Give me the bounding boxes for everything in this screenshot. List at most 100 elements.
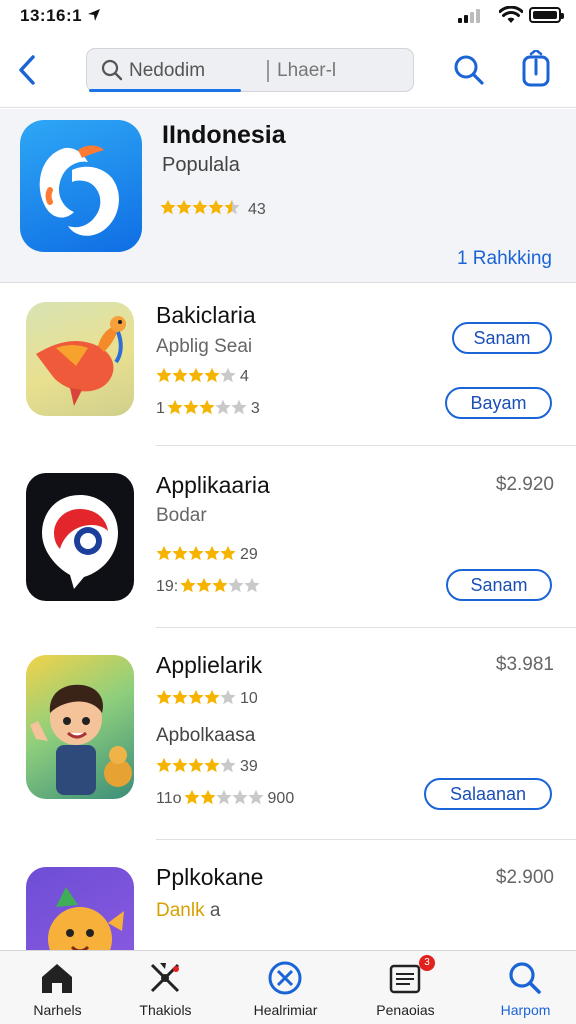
star-icon (220, 545, 236, 561)
star-icon (220, 689, 236, 705)
secondary-rating: 39 (156, 756, 258, 778)
star-icons (156, 544, 238, 566)
star-icons (167, 398, 249, 420)
app-icon[interactable] (26, 302, 134, 416)
featured-app-icon[interactable] (20, 120, 142, 252)
star-icon (156, 689, 172, 705)
star-icon (244, 577, 260, 593)
star-icon (172, 367, 188, 383)
app-category-text: Danlk (156, 900, 205, 921)
search-icon (509, 962, 541, 994)
star-icon (156, 757, 172, 773)
featured-app-card[interactable]: IIndonesia Populala 43 1 Rahkking (0, 109, 576, 283)
rating-prefix: 19: (156, 578, 179, 595)
status-bar: 13:16:1 (0, 0, 576, 34)
app-category: Apbolkaasa (156, 725, 256, 746)
star-icon (167, 399, 183, 415)
tab-news[interactable]: 3 Penaoias (348, 951, 463, 1024)
list-item[interactable]: Bakiclaria Apblig Seai 4 1 3 Sanam Bayam (0, 284, 576, 446)
back-chevron-icon[interactable] (12, 50, 44, 90)
search-active-indicator (89, 89, 241, 92)
app-category-suffix: a (209, 900, 221, 921)
search-icon[interactable] (449, 50, 489, 90)
tab-search[interactable]: Harpom (468, 951, 576, 1024)
star-icon (199, 789, 216, 805)
app-category: Bodar (156, 505, 207, 526)
star-icon (172, 689, 188, 705)
rating-count: 4 (240, 368, 249, 385)
star-icon (183, 399, 199, 415)
tab-label: Healrimiar (253, 1002, 318, 1018)
navigation-bar: Nedodim Lhaer-l (0, 36, 576, 108)
star-icon (188, 545, 204, 561)
tab-circle[interactable]: Healrimiar (228, 951, 343, 1024)
star-icons (156, 688, 238, 710)
rating-count: 29 (240, 546, 258, 563)
star-icons (180, 576, 262, 598)
app-name: Bakiclaria (156, 302, 256, 328)
list-item[interactable]: Pplkokane $2.900 Danlk a (0, 842, 576, 950)
star-icon (204, 367, 220, 383)
get-button[interactable]: Salaanan (424, 778, 552, 810)
notification-badge: 3 (419, 955, 435, 971)
app-price: $2.900 (495, 867, 554, 888)
tab-home[interactable]: Narhels (0, 951, 115, 1024)
home-icon (42, 964, 72, 993)
star-icon (220, 757, 236, 773)
app-name: Applikaaria (156, 472, 270, 498)
get-button[interactable]: Sanam (452, 322, 552, 354)
star-icon (188, 689, 204, 705)
list-item[interactable]: Applikaaria Bodar $2.920 29 19: Sanam (0, 448, 576, 628)
app-icon[interactable] (26, 473, 134, 601)
get-button[interactable]: Sanam (446, 569, 552, 601)
rating-count: 39 (240, 758, 258, 775)
star-icon (183, 789, 200, 805)
list-item[interactable]: Applielarik $3.981 10 Apbolkaasa 39 11o … (0, 630, 576, 840)
star-icon (172, 545, 188, 561)
text-cursor (267, 60, 269, 82)
star-icon (204, 545, 220, 561)
app-category: Apblig Seai (156, 336, 253, 357)
status-time: 13:16:1 (20, 6, 83, 25)
row-divider (156, 627, 576, 628)
star-icon (215, 399, 231, 415)
app-icon[interactable] (26, 655, 134, 799)
star-icon (220, 367, 236, 383)
search-icon (101, 59, 123, 81)
star-icon (204, 689, 220, 705)
search-field[interactable]: Nedodim Lhaer-l (86, 48, 414, 92)
star-icons (156, 366, 238, 388)
tools-icon (150, 963, 180, 993)
rating-count: 900 (267, 790, 295, 807)
tab-label: Thakiols (139, 1002, 192, 1018)
featured-app-subtitle: Populala (162, 154, 240, 176)
star-icon (188, 757, 204, 773)
share-icon[interactable] (516, 50, 556, 90)
star-icon (180, 577, 196, 593)
buy-button[interactable]: Bayam (445, 387, 552, 419)
star-icon (196, 577, 212, 593)
star-icon (199, 399, 215, 415)
rating-count: 10 (240, 690, 258, 707)
tab-label: Harpom (500, 1002, 551, 1018)
rating-prefix: 11o (156, 790, 182, 807)
search-query-text[interactable]: Nedodim (129, 60, 205, 82)
star-icon (156, 545, 172, 561)
app-name: Pplkokane (156, 864, 264, 890)
star-icons (183, 788, 266, 810)
app-icon[interactable] (26, 867, 134, 950)
star-rating: 4 (156, 366, 249, 388)
tab-bar: Narhels Thakiols Healrimiar 3 Penaoias H… (0, 950, 576, 1024)
app-price: $3.981 (495, 654, 554, 675)
star-icon (247, 789, 264, 805)
rating-count: 3 (250, 400, 260, 417)
star-icon (156, 367, 172, 383)
star-icon (228, 577, 244, 593)
app-category: Danlk a (156, 900, 220, 922)
featured-star-rating (160, 197, 242, 222)
app-name: Applielarik (156, 652, 263, 678)
featured-rank-link[interactable]: 1 Rahkking (457, 248, 552, 270)
star-rating: 10 (156, 688, 258, 710)
tab-tools[interactable]: Thakiols (108, 951, 223, 1024)
rating-prefix: 1 (156, 400, 165, 417)
